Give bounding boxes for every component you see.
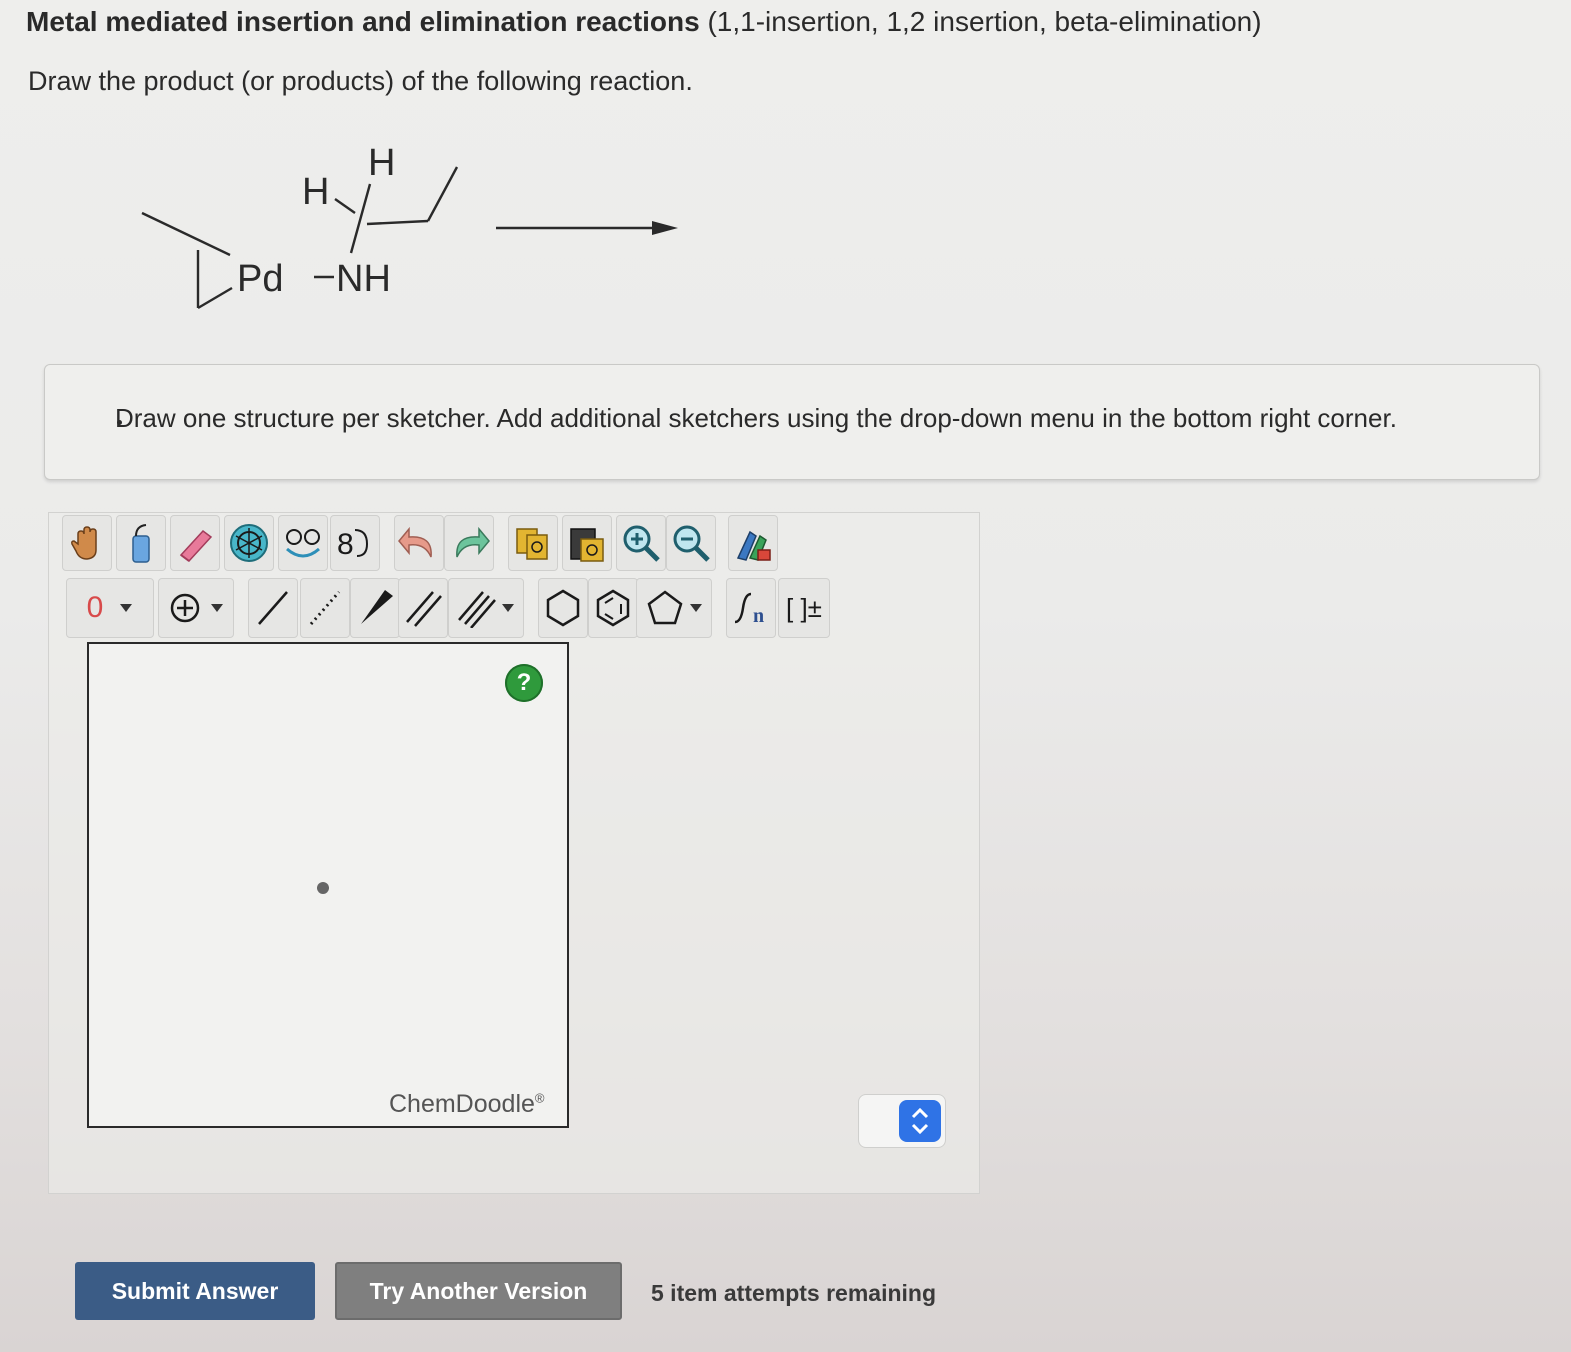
instructions-panel: Draw one structure per sketcher. Add add… [44,364,1540,480]
dashed-bond-icon[interactable] [300,578,350,638]
pentagon-icon [647,590,683,625]
page-title-sub: (1,1-insertion, 1,2 insertion, beta-elim… [707,6,1262,37]
try-another-version-button[interactable]: Try Another Version [335,1262,622,1320]
svg-text:8: 8 [337,528,354,561]
bracket-icon[interactable]: [ ]± [778,578,830,638]
add-charge-button[interactable] [158,578,234,638]
pd-label: Pd [237,258,283,300]
zoom-out-icon[interactable] [666,515,716,571]
rings-templates-icon[interactable] [278,515,328,571]
svg-text:n: n [753,605,764,627]
single-bond-icon[interactable] [248,578,298,638]
chemdoodle-brand-text: ChemDoodle [389,1090,535,1118]
templates-icon[interactable] [224,515,274,571]
h-top-label: H [368,142,395,184]
question-prompt: Draw the product (or products) of the fo… [28,66,693,96]
stepper-arrows[interactable] [899,1100,941,1142]
clean-icon[interactable] [728,515,778,571]
redo-icon[interactable] [444,515,494,571]
atom-numbering-icon[interactable]: 8 [330,515,380,571]
repeat-unit-icon[interactable]: n [726,578,776,638]
chemdoodle-brand: ChemDoodle® [389,1090,545,1119]
benzene-icon[interactable] [588,578,638,638]
attempts-remaining: 5 item attempts remaining [651,1280,937,1306]
undo-icon[interactable] [394,515,444,571]
reaction-scheme: H H Pd NH [141,142,678,310]
chevron-down-icon [502,604,514,612]
page-title-main: Metal mediated insertion and elimination… [26,6,700,37]
zoom-in-icon[interactable] [616,515,666,571]
submit-answer-button[interactable]: Submit Answer [75,1262,315,1320]
charge-value: 0 [86,591,104,624]
add-charge-icon [170,593,200,623]
nh-label: NH [336,258,391,300]
triple-bond-icon [458,591,496,628]
copy-icon[interactable] [508,515,558,571]
hand-icon[interactable] [62,515,112,571]
sketcher-count-stepper[interactable] [858,1094,946,1148]
hexagon-icon[interactable] [538,578,588,638]
bracket-label: [ ]± [786,592,822,623]
page-title: Metal mediated insertion and elimination… [26,6,1262,38]
help-button[interactable]: ? [505,664,543,702]
up-down-chevron-icon [911,1107,929,1135]
chevron-down-icon [120,604,133,612]
chevron-down-icon [690,604,702,612]
chemdoodle-brand-mark: ® [534,1090,545,1106]
lasso-icon[interactable] [116,515,166,571]
chevron-down-icon [211,604,223,612]
double-bond-icon[interactable] [398,578,448,638]
canvas-center-dot [317,882,329,894]
triple-bond-button[interactable] [448,578,524,638]
charge-selector[interactable]: 0 [66,578,154,638]
instructions-text: Draw one structure per sketcher. Add add… [115,403,1397,433]
pentagon-button[interactable] [636,578,712,638]
eraser-icon[interactable] [170,515,220,571]
h-left-label: H [302,171,329,213]
paste-icon[interactable] [562,515,612,571]
wedge-bond-icon[interactable] [350,578,400,638]
